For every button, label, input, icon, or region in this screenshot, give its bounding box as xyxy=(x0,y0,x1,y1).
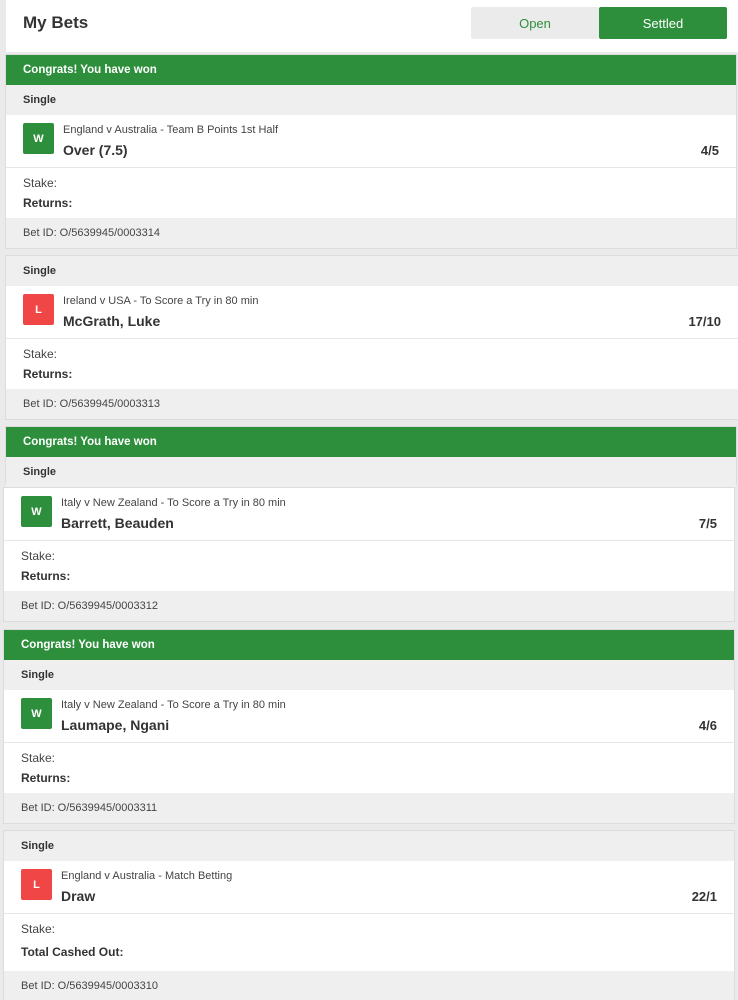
bet-id: Bet ID: O/5639945/0003310 xyxy=(4,971,734,1000)
stake-area: Stake: Returns: xyxy=(4,743,734,793)
market-name: Ireland v USA - To Score a Try in 80 min xyxy=(63,295,259,307)
bet-card: W Italy v New Zealand - To Score a Try i… xyxy=(4,488,734,621)
won-banner: Congrats! You have won xyxy=(6,55,736,85)
bet-card: Congrats! You have won Single W England … xyxy=(6,55,736,248)
won-banner: Congrats! You have won xyxy=(6,427,736,457)
selection-name: Barrett, Beauden xyxy=(61,515,174,531)
bet-id: Bet ID: O/5639945/0003311 xyxy=(4,793,734,823)
bet-card: Single L England v Australia - Match Bet… xyxy=(4,831,734,1000)
stake-label: Stake: xyxy=(23,347,58,361)
odds-value: 7/5 xyxy=(698,516,717,531)
returns-label: Returns: xyxy=(23,196,73,210)
selection-name: Draw xyxy=(61,888,96,904)
tab-open[interactable]: Open xyxy=(471,7,599,39)
bet-id: Bet ID: O/5639945/0003314 xyxy=(6,218,736,248)
selection-row[interactable]: W Italy v New Zealand - To Score a Try i… xyxy=(4,690,734,743)
selection-name: Over (7.5) xyxy=(63,142,128,158)
selection-name: McGrath, Luke xyxy=(63,313,161,329)
selection-row[interactable]: L England v Australia - Match Betting Dr… xyxy=(4,861,734,914)
bet-card-top: Congrats! You have won Single xyxy=(6,427,736,487)
bet-status-tabs: Open Settled xyxy=(471,7,727,39)
odds-value: 22/1 xyxy=(691,889,717,904)
odds-value: 17/10 xyxy=(688,314,721,329)
result-badge: L xyxy=(21,869,52,900)
market-name: Italy v New Zealand - To Score a Try in … xyxy=(61,699,286,711)
bet-id: Bet ID: O/5639945/0003312 xyxy=(4,591,734,621)
stake-label: Stake: xyxy=(21,922,56,936)
bet-type-label: Single xyxy=(6,85,736,115)
stake-label: Stake: xyxy=(23,176,58,190)
returns-label: Returns: xyxy=(23,367,73,381)
selection-row[interactable]: W Italy v New Zealand - To Score a Try i… xyxy=(4,488,734,541)
stake-label: Stake: xyxy=(21,549,56,563)
market-name: England v Australia - Match Betting xyxy=(61,870,233,882)
market-name: Italy v New Zealand - To Score a Try in … xyxy=(61,497,286,509)
selection-row[interactable]: W England v Australia - Team B Points 1s… xyxy=(6,115,736,168)
bet-id: Bet ID: O/5639945/0003313 xyxy=(6,389,738,419)
stake-label: Stake: xyxy=(21,751,56,765)
returns-label: Returns: xyxy=(21,569,71,583)
bet-type-label: Single xyxy=(6,457,736,487)
odds-value: 4/6 xyxy=(698,718,717,733)
page-title: My Bets xyxy=(23,13,89,32)
stake-area: Stake: Returns: xyxy=(4,541,734,591)
bet-type-label: Single xyxy=(4,660,734,690)
result-badge: L xyxy=(23,294,54,325)
bet-type-label: Single xyxy=(6,256,738,286)
bet-card: Single L Ireland v USA - To Score a Try … xyxy=(6,256,738,419)
total-cashed-out-label: Total Cashed Out: xyxy=(21,945,124,959)
returns-label: Returns: xyxy=(21,771,71,785)
market-name: England v Australia - Team B Points 1st … xyxy=(63,124,279,136)
tab-settled[interactable]: Settled xyxy=(599,7,727,39)
odds-value: 4/5 xyxy=(700,143,719,158)
bet-card: Congrats! You have won Single W Italy v … xyxy=(4,630,734,823)
selection-row[interactable]: L Ireland v USA - To Score a Try in 80 m… xyxy=(6,286,738,339)
stake-area: Stake: Returns: xyxy=(6,339,738,389)
my-bets-header: My Bets Open Settled xyxy=(6,0,738,52)
stake-area: Stake: Total Cashed Out: xyxy=(4,914,734,971)
selection-name: Laumape, Ngani xyxy=(61,717,170,733)
stake-area: Stake: Returns: xyxy=(6,168,736,218)
result-badge: W xyxy=(23,123,54,154)
won-banner: Congrats! You have won xyxy=(4,630,734,660)
bet-type-label: Single xyxy=(4,831,734,861)
result-badge: W xyxy=(21,698,52,729)
result-badge: W xyxy=(21,496,52,527)
